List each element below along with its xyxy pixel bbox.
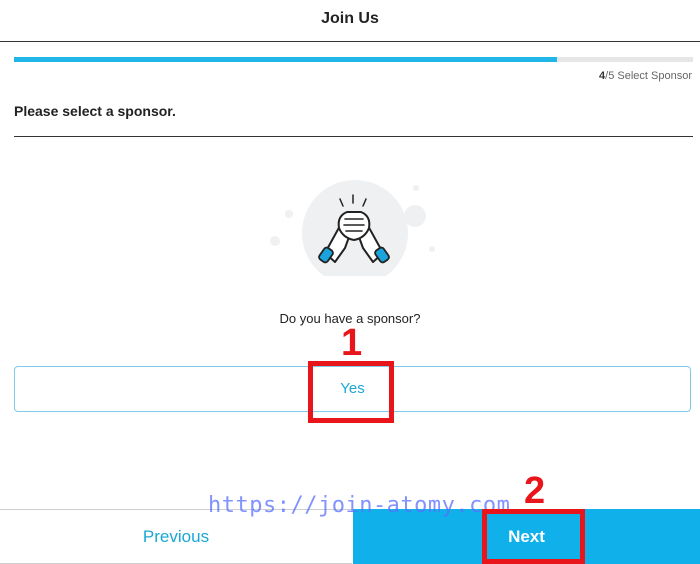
step-total: /5 bbox=[605, 70, 615, 82]
divider bbox=[14, 136, 693, 137]
step-number-2: 2 bbox=[524, 470, 546, 512]
sponsor-prompt: Please select a sponsor. bbox=[14, 103, 176, 119]
watermark-text: https://join-atomy.com bbox=[208, 493, 511, 518]
step-name: Select Sponsor bbox=[617, 70, 692, 82]
page-title: Join Us bbox=[321, 10, 379, 27]
highlight-box-next bbox=[482, 509, 585, 564]
join-page: Join Us 4/5 Select Sponsor Please select… bbox=[0, 0, 700, 564]
step-indicator: 4/5 Select Sponsor bbox=[599, 70, 692, 82]
highlight-box-yes bbox=[308, 361, 394, 423]
progress-bar bbox=[14, 57, 693, 62]
page-header: Join Us bbox=[0, 0, 700, 42]
handshake-icon bbox=[265, 176, 435, 286]
step-number-1: 1 bbox=[341, 322, 363, 364]
progress-fill bbox=[14, 57, 558, 62]
previous-label: Previous bbox=[142, 527, 210, 546]
